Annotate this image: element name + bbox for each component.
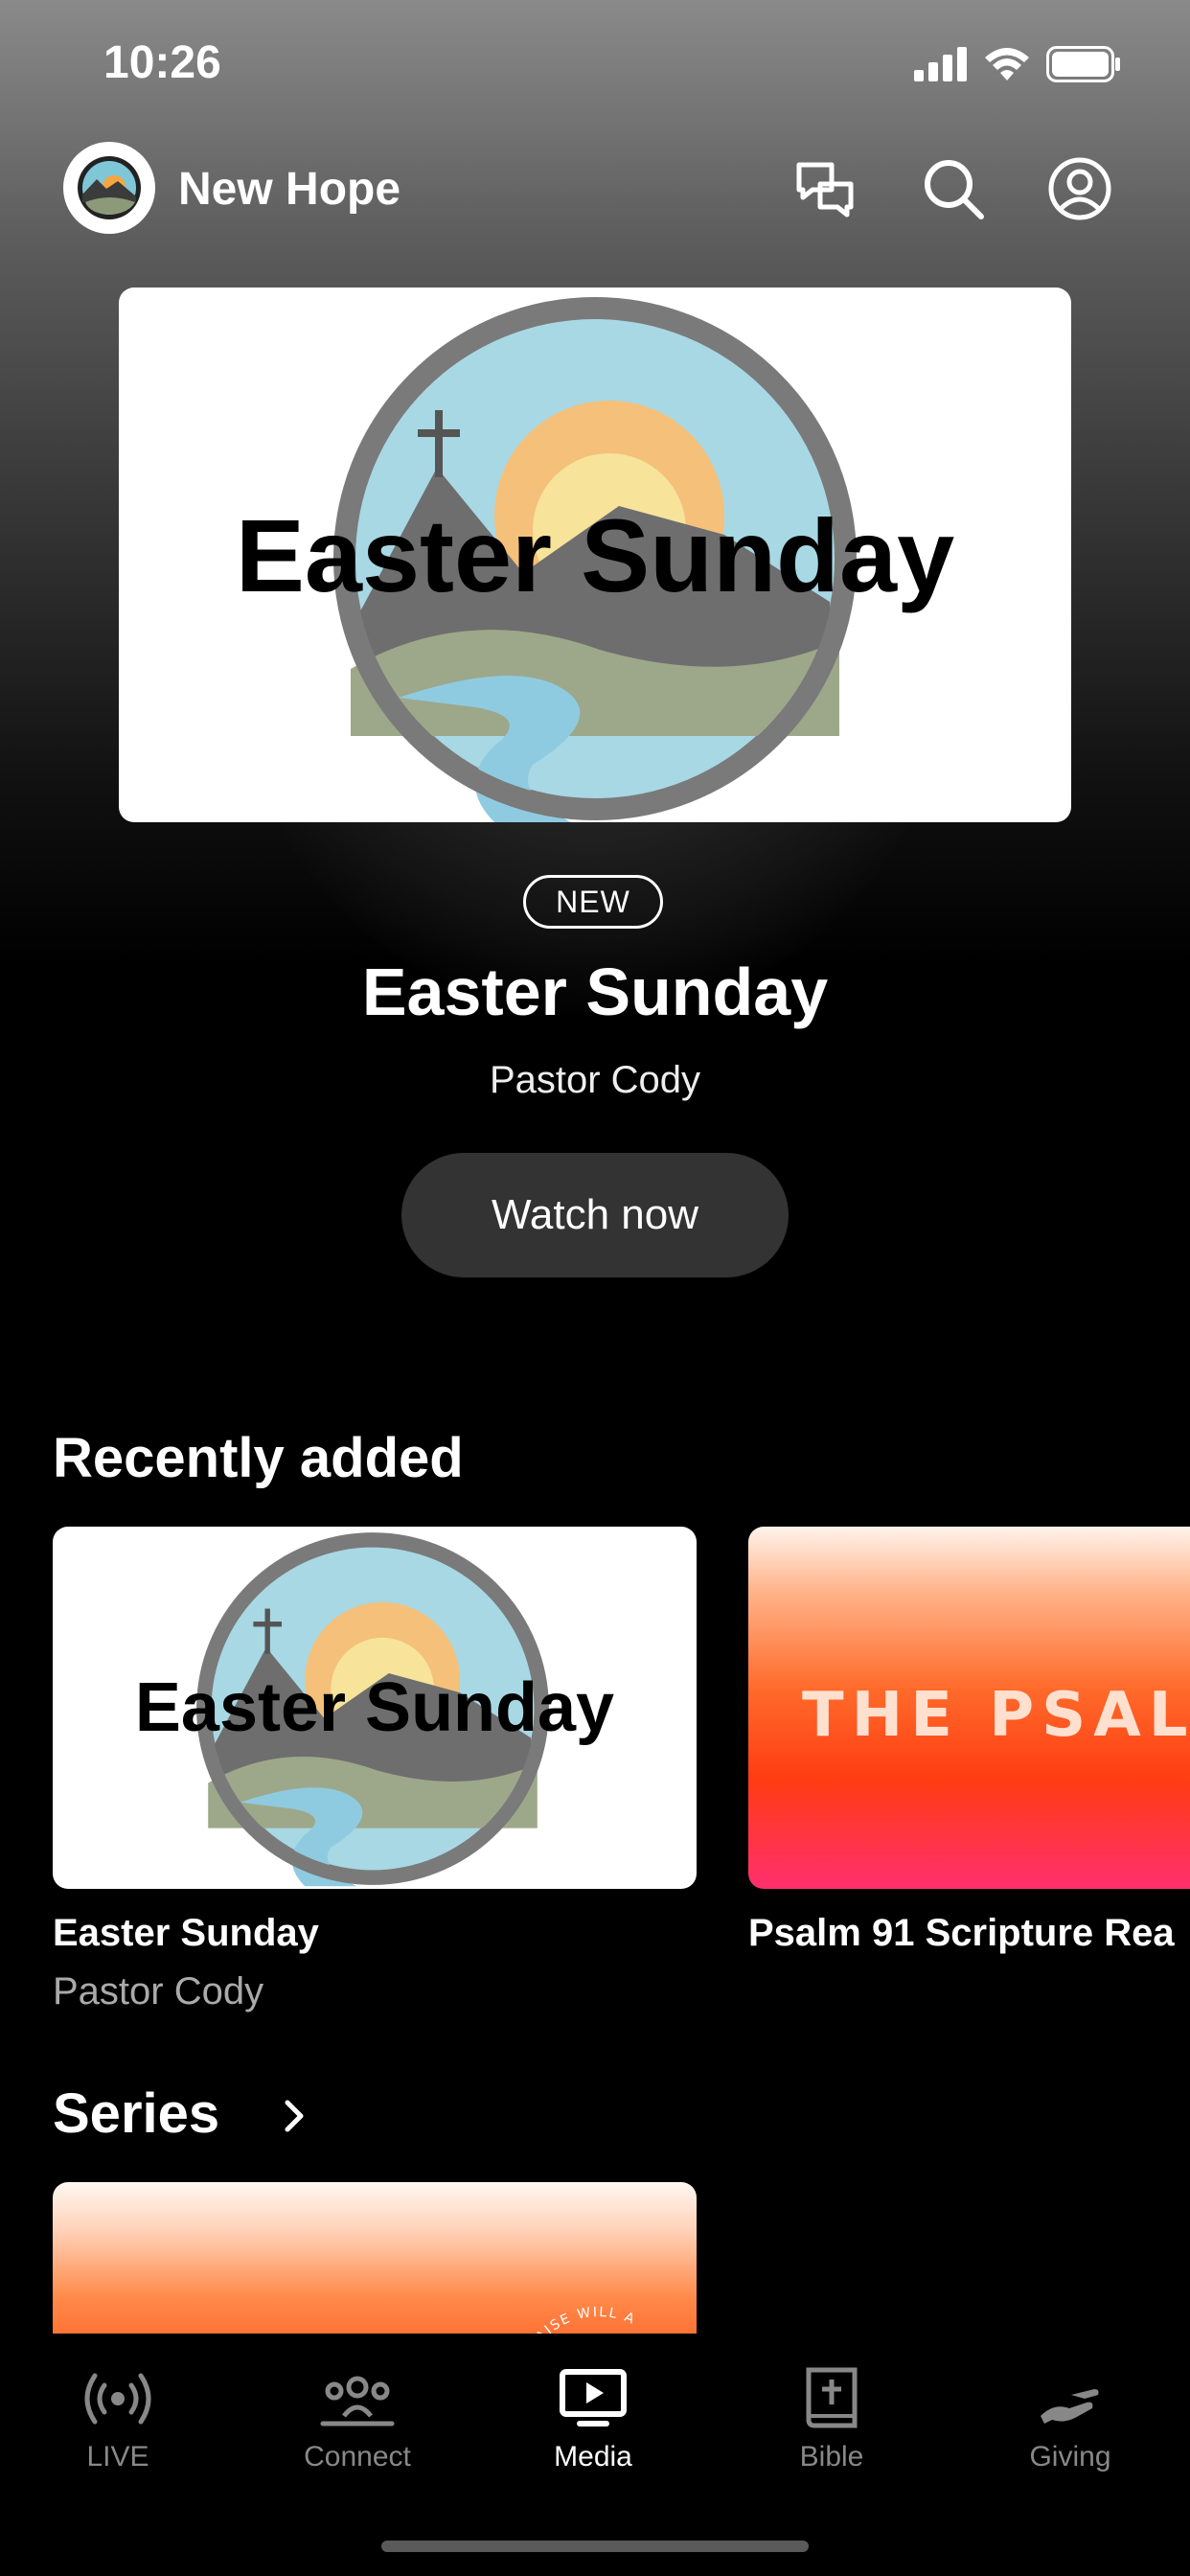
profile-icon[interactable] [1046, 155, 1113, 222]
app-title: New Hope [178, 164, 401, 215]
bible-cross-icon [806, 2367, 858, 2428]
home-indicator[interactable] [381, 2541, 809, 2552]
hero-artwork-title: Easter Sunday [235, 496, 955, 613]
hero-title: Easter Sunday [361, 954, 829, 1029]
people-group-icon [320, 2376, 395, 2426]
status-bar: 10:26 [0, 0, 1190, 134]
giving-hand-icon [1041, 2389, 1099, 2424]
watch-now-button[interactable]: Watch now [401, 1153, 789, 1277]
chat-icon[interactable] [791, 155, 858, 222]
status-icons [914, 46, 1123, 82]
status-time: 10:26 [103, 37, 221, 88]
wifi-icon [985, 48, 1029, 80]
series-title[interactable]: Series [53, 2082, 219, 2146]
recently-added-card-psalm[interactable]: THE PSALM [748, 1527, 1190, 1889]
tab-label: Connect [304, 2441, 411, 2472]
search-icon[interactable] [920, 155, 987, 222]
play-screen-icon [560, 2369, 627, 2426]
tab-label: LIVE [86, 2441, 149, 2472]
app-header: New Hope [0, 142, 1190, 238]
card-title: Easter Sunday [53, 1912, 319, 1954]
card-speaker: Pastor Cody [53, 1970, 264, 2012]
tab-giving[interactable]: Giving [965, 2334, 1176, 2473]
tab-connect[interactable]: Connect [252, 2334, 463, 2473]
tab-label: Media [554, 2441, 632, 2472]
card-artwork-title: Easter Sunday [134, 1669, 615, 1746]
recently-added-card-easter[interactable]: Easter Sunday [53, 1527, 697, 1889]
tab-bible[interactable]: Bible [726, 2334, 937, 2473]
mountain-logo-icon [78, 156, 141, 219]
tab-live[interactable]: LIVE [12, 2334, 223, 2473]
tab-media[interactable]: Media [488, 2334, 698, 2473]
card-title: Psalm 91 Scripture Rea [748, 1912, 1175, 1954]
chevron-right-icon[interactable] [280, 2095, 309, 2137]
tab-label: Bible [799, 2441, 864, 2472]
tab-label: Giving [1029, 2441, 1111, 2472]
new-badge: NEW [523, 875, 663, 929]
recently-added-title: Recently added [53, 1427, 464, 1489]
hero-artwork[interactable]: Easter Sunday [119, 288, 1071, 822]
battery-icon [1046, 46, 1120, 82]
live-broadcast-icon [84, 2373, 151, 2425]
church-logo[interactable] [63, 142, 155, 234]
hero-speaker: Pastor Cody [489, 1059, 701, 1101]
signal-icon [914, 47, 967, 81]
card-artwork-title: THE PSALM [802, 1680, 1190, 1751]
